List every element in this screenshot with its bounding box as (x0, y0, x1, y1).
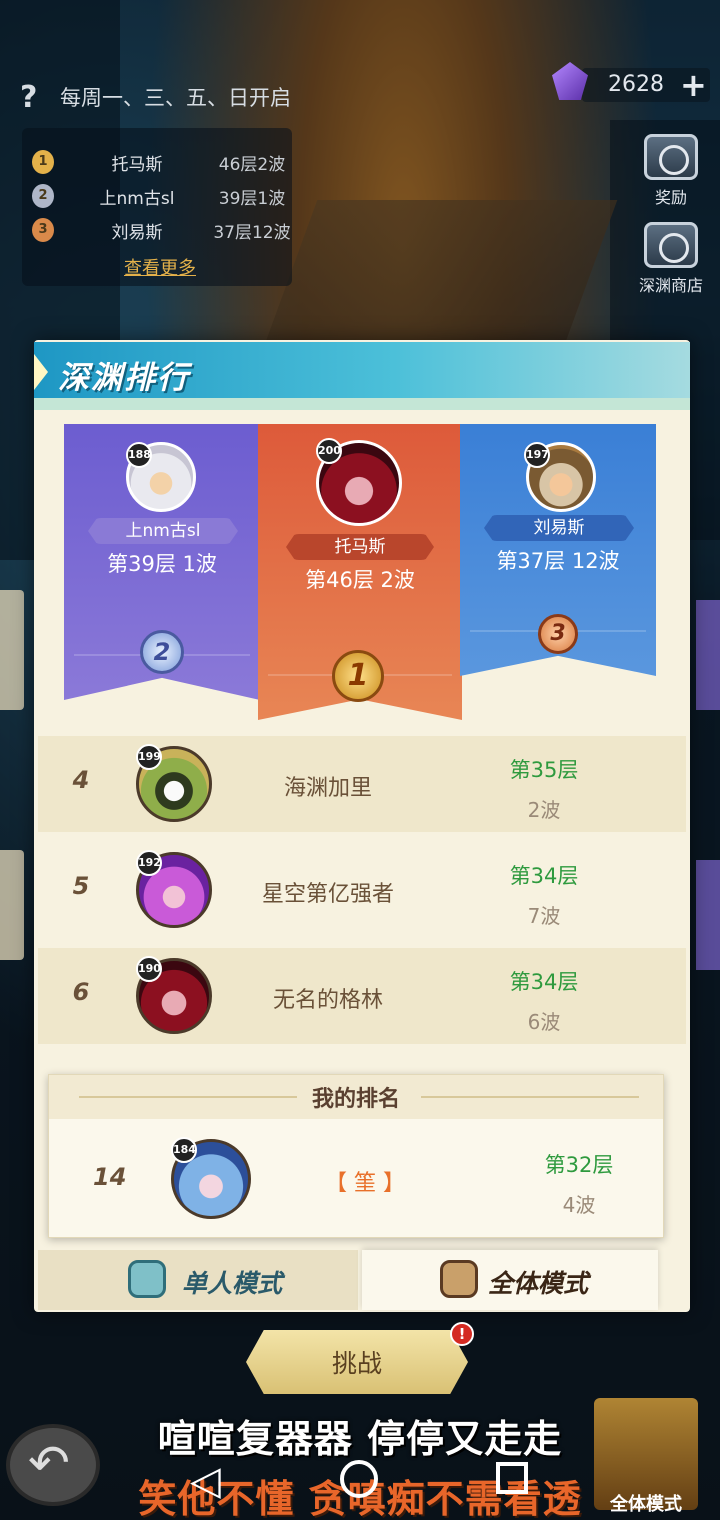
nav-back-icon[interactable]: ◁ (190, 1458, 221, 1504)
floor-value: 第34层 (509, 864, 579, 888)
level-badge: 192 (136, 850, 162, 876)
background-panel-right (696, 860, 720, 970)
rank-2-medal-icon: 2 (140, 630, 184, 674)
mini-leaderboard-score: 37层12波 (213, 223, 291, 243)
background-panel-left (0, 850, 24, 960)
podium-score-second: 第39层 1波 (107, 552, 217, 576)
schedule-text: 每周一、三、五、日开启 (60, 86, 291, 110)
rank-3-medal-icon: 3 (538, 614, 578, 654)
my-rank-number: 14 (93, 1163, 127, 1191)
trophy-crown-icon (644, 134, 698, 180)
podium-name-third: 刘易斯 (484, 515, 634, 541)
abyss-shop-label: 深渊商店 (638, 276, 703, 295)
background-panel-right (696, 600, 720, 710)
wave-value: 7波 (527, 904, 561, 928)
rank-1-medal-icon: 1 (32, 150, 54, 174)
rank-3-medal-icon: 3 (32, 218, 54, 242)
help-icon[interactable]: ? (20, 80, 37, 115)
challenge-label: 挑战 (331, 1349, 382, 1378)
mini-leaderboard-score: 46层2波 (218, 155, 286, 175)
level-badge: 200 (316, 438, 342, 464)
team-helmet-icon (440, 1260, 478, 1298)
ranking-row[interactable]: 6 190 无名的格林 第34层 6波 (38, 948, 686, 1044)
my-player-name: 【 筀 】 (325, 1171, 405, 1196)
rank-number: 6 (72, 978, 90, 1006)
my-floor-value: 第32层 (544, 1153, 614, 1177)
level-badge: 197 (524, 442, 550, 468)
background-panel-left (0, 590, 24, 710)
player-name: 海渊加里 (283, 776, 372, 801)
panel-title: 深渊排行 (58, 360, 190, 396)
ranking-row[interactable]: 5 192 星空第亿强者 第34层 7波 (38, 842, 686, 938)
currency-amount: 2628 (608, 72, 664, 97)
podium-name-second: 上nm古sl (88, 518, 238, 544)
tab-all-mode[interactable]: 全体模式 (362, 1250, 658, 1310)
mini-leaderboard-row: 2 上nm古sl 39层1波 (32, 184, 292, 210)
tab-single-label: 单人模式 (182, 1269, 283, 1298)
floor-value: 第34层 (509, 970, 579, 994)
mini-leaderboard-name: 托马斯 (111, 155, 163, 175)
my-wave-value: 4波 (562, 1193, 596, 1217)
rank-1-medal-icon: 1 (332, 650, 384, 702)
ranking-row-partial (38, 1044, 686, 1074)
lyrics-subtitle-line1: 喧喧复器器 停停又走走 (157, 1417, 563, 1461)
rank-number: 5 (72, 872, 90, 900)
view-more-link[interactable]: 查看更多 (124, 254, 196, 280)
level-badge: 184 (171, 1137, 197, 1163)
my-rank-title: 我的排名 (311, 1087, 400, 1112)
podium-score-first: 第46层 2波 (305, 568, 415, 592)
tab-single-mode[interactable]: 单人模式 (38, 1250, 358, 1310)
my-rank-card: 我的排名 14 184 【 筀 】 第32层 4波 (48, 1074, 664, 1238)
nav-home-icon[interactable] (340, 1460, 378, 1498)
mini-leaderboard-name: 刘易斯 (111, 223, 163, 243)
helmet-icon (128, 1260, 166, 1298)
level-badge: 188 (126, 442, 152, 468)
abyss-shop-button[interactable]: 深渊商店 (630, 222, 712, 296)
notification-badge: ! (450, 1322, 474, 1346)
mini-leaderboard: 1 托马斯 46层2波 2 上nm古sl 39层1波 3 刘易斯 37层12波 … (22, 128, 292, 286)
mini-leaderboard-name: 上nm古sl (99, 189, 175, 209)
podium-name-first: 托马斯 (286, 534, 434, 560)
floor-value: 第35层 (509, 758, 579, 782)
level-badge: 190 (136, 956, 162, 982)
player-name: 无名的格林 (272, 988, 383, 1013)
tab-all-label: 全体模式 (488, 1269, 589, 1298)
rank-number: 4 (72, 766, 90, 794)
wave-value: 6波 (527, 1010, 561, 1034)
ranking-row[interactable]: 4 199 海渊加里 第35层 2波 (38, 736, 686, 832)
player-name: 星空第亿强者 (261, 882, 394, 907)
header-strip (34, 398, 690, 410)
reward-label: 奖励 (654, 188, 687, 207)
mini-leaderboard-row: 3 刘易斯 37层12波 (32, 218, 292, 244)
mini-leaderboard-score: 39层1波 (218, 189, 286, 209)
wave-value: 2波 (527, 798, 561, 822)
nav-recent-apps-icon[interactable] (496, 1462, 528, 1494)
add-currency-button[interactable]: + (680, 66, 707, 104)
podium-score-third: 第37层 12波 (496, 549, 620, 573)
reward-button[interactable]: 奖励 (636, 134, 706, 208)
shop-icon (644, 222, 698, 268)
level-badge: 199 (136, 744, 162, 770)
mini-leaderboard-row: 1 托马斯 46层2波 (32, 150, 292, 176)
rank-2-medal-icon: 2 (32, 184, 54, 208)
